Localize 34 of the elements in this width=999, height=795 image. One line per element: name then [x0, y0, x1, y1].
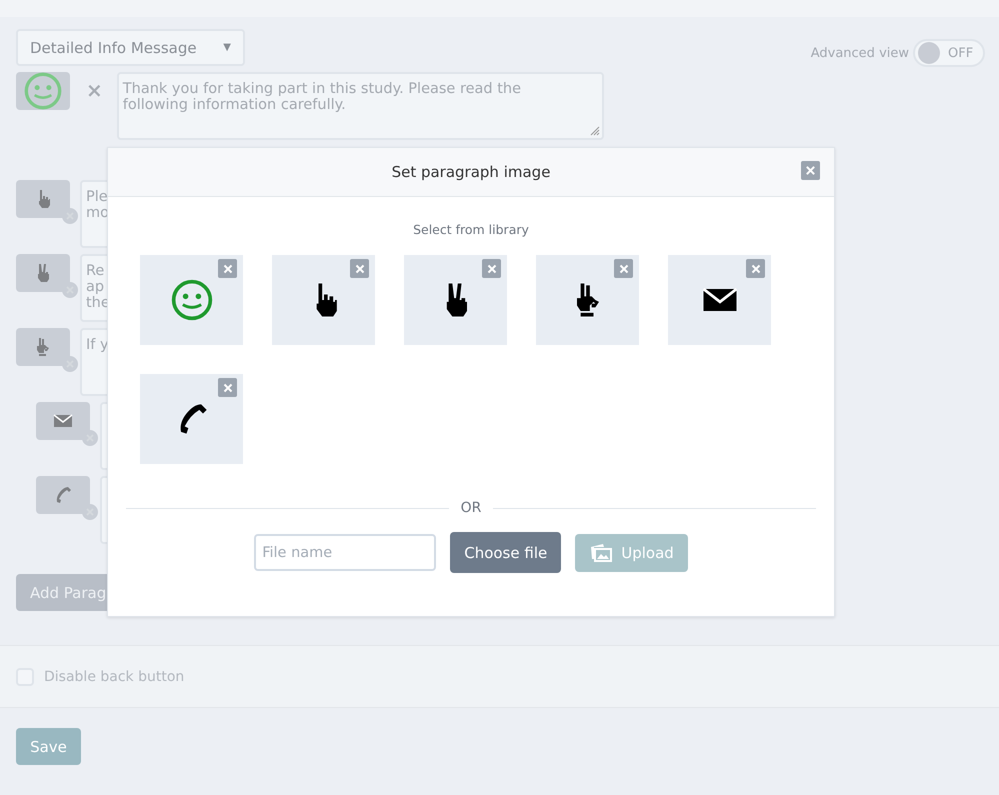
advanced-view-label: Advanced view — [810, 46, 909, 60]
paragraph-image[interactable] — [16, 180, 70, 218]
paragraph-image[interactable] — [16, 254, 70, 292]
close-icon[interactable] — [801, 161, 820, 180]
paragraph-image[interactable] — [36, 476, 90, 514]
delete-icon[interactable] — [350, 259, 369, 278]
advanced-view-toggle[interactable]: OFF — [913, 39, 985, 67]
smiley-icon — [170, 278, 214, 322]
delete-icon[interactable] — [482, 259, 501, 278]
smiley-icon — [23, 71, 63, 111]
paragraph-text-field[interactable]: Thank you for taking part in this study. Please read the following information carefully. — [116, 72, 604, 140]
library-heading: Select from library — [413, 222, 529, 237]
file-name-field[interactable]: File name — [254, 534, 436, 571]
delete-icon[interactable] — [746, 259, 765, 278]
resize-handle-icon[interactable] — [590, 126, 600, 136]
save-button[interactable]: Save — [16, 728, 81, 765]
message-type-dropdown[interactable]: Detailed Info Message ▼ — [16, 29, 245, 66]
delete-icon[interactable] — [614, 259, 633, 278]
delete-icon[interactable] — [218, 259, 237, 278]
paragraph-image[interactable] — [16, 72, 70, 110]
library-image[interactable] — [668, 255, 771, 345]
paragraph-image[interactable] — [16, 328, 70, 366]
dialog-title: Set paragraph image — [392, 163, 550, 181]
library-image[interactable] — [140, 374, 243, 464]
or-separator: OR — [460, 500, 482, 516]
image-icon — [589, 542, 614, 562]
library-image[interactable] — [536, 255, 639, 345]
delete-icon[interactable] — [218, 378, 237, 397]
checkbox-label: Disable back button — [44, 668, 184, 684]
library-image[interactable] — [404, 255, 507, 345]
paragraph-image[interactable] — [36, 402, 90, 440]
remove-button[interactable]: × — [86, 78, 103, 102]
library-image[interactable] — [272, 255, 375, 345]
choose-file-button[interactable]: Choose file — [450, 532, 562, 573]
